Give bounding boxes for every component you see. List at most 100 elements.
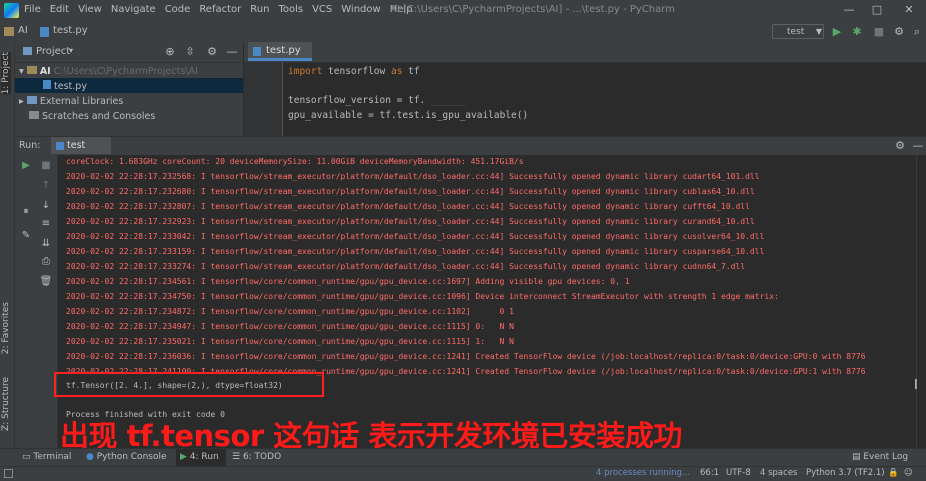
console-line: 2020-02-02 22:28:17.234750: I tensorflow… [66, 292, 779, 301]
settings-icon[interactable]: ⚙ [892, 25, 906, 39]
collapse-all-icon[interactable]: ⇳ [183, 45, 197, 59]
debug-icon[interactable]: ✱ [850, 25, 864, 39]
hide-panel-icon[interactable]: — [911, 139, 925, 153]
pause-icon[interactable]: ⏸ [19, 205, 33, 219]
menu-run[interactable]: Run [250, 4, 269, 15]
maximize-button[interactable]: □ [870, 3, 884, 17]
menu-code[interactable]: Code [165, 4, 191, 15]
library-icon [26, 96, 37, 104]
todo-tab[interactable]: ☰ 6: TODO [232, 452, 281, 462]
lock-icon[interactable]: 🔒 [888, 468, 899, 478]
console-scrollbar[interactable] [916, 155, 926, 448]
search-icon[interactable]: ⌕ [910, 25, 924, 39]
code-line-1[interactable]: import tensorflow as tf [288, 66, 420, 77]
terminal-icon: ▭ [22, 452, 34, 462]
minimize-button[interactable]: — [842, 3, 856, 17]
favorites-stripe-button[interactable]: 2: Favorites [1, 302, 11, 354]
run-toolbar: ▶ ■ ↑ ⏸ ↓ ≡ ✎ ⇊ ⎙ 🗑 [15, 155, 58, 448]
menu-vcs[interactable]: VCS [312, 4, 332, 15]
status-bar: 4 processes running... 66:1 UTF-8 4 spac… [0, 466, 926, 481]
console-line: 2020-02-02 22:28:17.232923: I tensorflow… [66, 217, 755, 226]
editor-tab-test-py[interactable]: test.py [248, 42, 312, 61]
tree-item-test-py[interactable]: test.py [43, 79, 87, 94]
scroll-to-end-icon[interactable]: ⇊ [39, 237, 53, 251]
event-log-icon: ▤ [852, 452, 864, 462]
run-tab[interactable]: ▶ 4: Run [180, 452, 219, 462]
terminal-tab[interactable]: ▭ Terminal [22, 452, 71, 462]
code-line-3[interactable]: tensorflow_version = tf. ______ [288, 95, 465, 106]
toggle-panels-icon[interactable] [4, 469, 13, 478]
python-file-icon [56, 142, 64, 150]
down-arrow-icon[interactable]: ↓ [39, 199, 53, 213]
console-line: 2020-02-02 22:28:17.232807: I tensorflow… [66, 202, 750, 211]
gear-icon[interactable]: ⚙ [893, 139, 907, 153]
background-processes[interactable]: 4 processes running... [596, 468, 690, 478]
tree-item-scratches[interactable]: Scratches and Consoles [29, 109, 155, 124]
tree-item-label: Scratches and Consoles [42, 111, 156, 122]
menu-edit[interactable]: Edit [50, 4, 69, 15]
hide-panel-icon[interactable]: — [225, 45, 239, 59]
python-console-tab[interactable]: ● Python Console [86, 452, 167, 462]
console-line: 2020-02-02 22:28:17.235021: I tensorflow… [66, 337, 514, 346]
menu-file[interactable]: File [24, 4, 41, 15]
editor-tab-bar: test.py [244, 42, 926, 63]
run-console-output[interactable]: coreClock: 1.683GHz coreCount: 20 device… [58, 155, 916, 448]
menu-tools[interactable]: Tools [278, 4, 303, 15]
menu-view[interactable]: View [78, 4, 102, 15]
inspector-icon[interactable]: ☺ [904, 468, 913, 478]
event-log-tab[interactable]: ▤ Event Log [852, 452, 908, 462]
menu-window[interactable]: Window [341, 4, 380, 15]
stop-icon[interactable]: ■ [872, 25, 886, 39]
structure-stripe-button[interactable]: Z: Structure [1, 377, 11, 431]
pin-icon[interactable]: ✎ [19, 229, 33, 243]
run-tab-test[interactable]: test [51, 137, 111, 154]
line-number-gutter [244, 62, 283, 136]
bottom-tool-tabs: ▭ Terminal ● Python Console ▶ 4: Run ☰ 6… [0, 448, 926, 467]
console-line: 2020-02-02 22:28:17.236036: I tensorflow… [66, 352, 866, 361]
file-encoding[interactable]: UTF-8 [726, 468, 751, 478]
project-view-icon [23, 47, 32, 55]
gear-icon[interactable]: ⚙ [205, 45, 219, 59]
chevron-down-icon[interactable]: ▾ [69, 46, 73, 55]
expand-arrow-icon: ▾ [19, 66, 27, 77]
run-label: Run: [19, 140, 41, 151]
dropdown-arrow-icon[interactable]: ▼ [812, 25, 826, 39]
code-line-4[interactable]: gpu_available = tf.test.is_gpu_available… [288, 110, 528, 121]
breadcrumb-project[interactable]: AI [18, 25, 28, 36]
project-panel: Project ▾ ⊕ ⇳ ⚙ — ▾ AI C:\Users\C\Pychar… [15, 42, 243, 136]
rerun-icon[interactable]: ▶ [19, 159, 33, 173]
trash-icon[interactable]: 🗑 [39, 275, 53, 289]
left-tool-stripe: 1: Project 2: Favorites Z: Structure [0, 42, 15, 448]
up-arrow-icon[interactable]: ↑ [39, 179, 53, 193]
run-icon: ▶ [180, 452, 190, 462]
project-panel-title[interactable]: Project [36, 46, 70, 57]
tree-item-project-root[interactable]: ▾ AI C:\Users\C\PycharmProjects\AI [19, 64, 198, 79]
tree-item-external-libraries[interactable]: ▸ External Libraries [19, 94, 123, 109]
stop-icon[interactable]: ■ [39, 159, 53, 173]
python-file-icon [43, 80, 51, 89]
menu-refactor[interactable]: Refactor [199, 4, 241, 15]
python-interpreter[interactable]: Python 3.7 (TF2.1) [806, 468, 885, 478]
todo-icon: ☰ [232, 452, 243, 462]
highlight-box [54, 372, 324, 397]
console-line: 2020-02-02 22:28:17.234872: I tensorflow… [66, 307, 514, 316]
console-line: 2020-02-02 22:28:17.233042: I tensorflow… [66, 232, 765, 241]
run-icon[interactable]: ▶ [830, 25, 844, 39]
soft-wrap-icon[interactable]: ≡ [39, 217, 53, 231]
blurred-code: ______ [425, 95, 466, 106]
indent-setting[interactable]: 4 spaces [760, 468, 797, 478]
window-title: AI [C:\Users\C\PycharmProjects\AI] - ...… [390, 4, 675, 15]
breadcrumb-file[interactable]: test.py [53, 25, 88, 36]
run-window-header: Run: test ⚙ — [15, 136, 926, 156]
tree-item-path: C:\Users\C\PycharmProjects\AI [53, 66, 198, 77]
console-line: 2020-02-02 22:28:17.233159: I tensorflow… [66, 247, 765, 256]
menu-navigate[interactable]: Navigate [111, 4, 156, 15]
console-line: 2020-02-02 22:28:17.232680: I tensorflow… [66, 187, 755, 196]
locate-file-icon[interactable]: ⊕ [163, 45, 177, 59]
main-menu: File Edit View Navigate Code Refactor Ru… [24, 4, 422, 15]
caret-position[interactable]: 66:1 [700, 468, 719, 478]
print-icon[interactable]: ⎙ [39, 255, 53, 269]
close-button[interactable]: ✕ [902, 3, 916, 17]
console-line: 2020-02-02 22:28:17.233274: I tensorflow… [66, 262, 746, 271]
project-stripe-button[interactable]: 1: Project [1, 52, 11, 95]
